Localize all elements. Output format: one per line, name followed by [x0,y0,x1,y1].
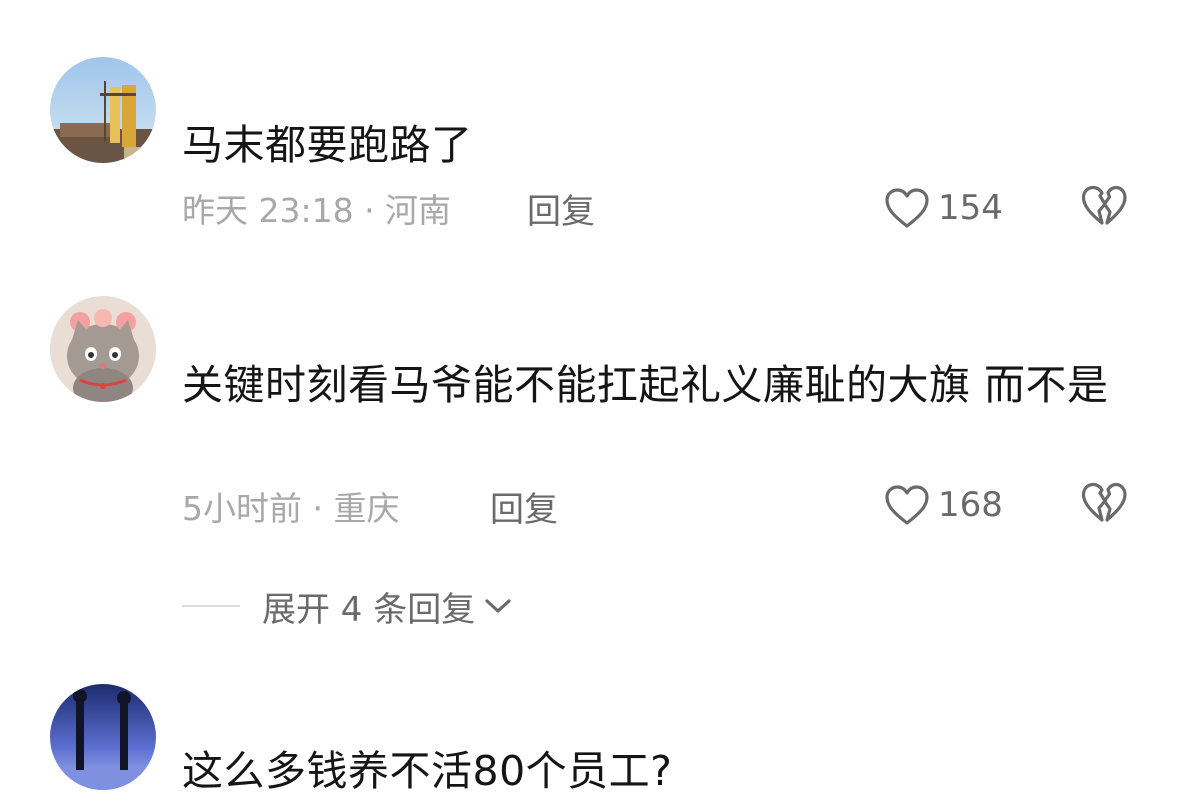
user-avatar[interactable] [50,296,156,402]
like-button[interactable]: 168 [884,481,1003,529]
like-count: 154 [938,188,1003,228]
expand-replies-label: 展开 4 条回复 [262,589,476,630]
dislike-button[interactable] [1080,184,1128,232]
comment-meta: 5小时前 · 重庆 [182,489,400,528]
broken-heart-icon [1080,481,1128,527]
like-count: 168 [938,485,1003,525]
reply-button[interactable]: 回复 [527,184,595,233]
broken-heart-icon [1080,184,1128,230]
dislike-button[interactable] [1080,481,1128,529]
user-avatar[interactable] [50,57,156,163]
user-avatar[interactable] [50,684,156,790]
heart-outline-icon [884,187,930,229]
divider [182,605,240,607]
chevron-down-icon [475,596,513,616]
heart-outline-icon [884,484,930,526]
like-button[interactable]: 154 [884,184,1003,232]
comment-meta: 昨天 23:18 · 河南 [182,191,452,230]
comment-text: 这么多钱养不活80个员工? [182,747,673,795]
comment-text: 关键时刻看马爷能不能扛起礼义廉耻的大旗 而不是 [182,361,1109,409]
comment-text: 马末都要跑路了 [182,121,473,169]
expand-replies-button[interactable]: 展开 4 条回复 [182,582,513,630]
reply-button[interactable]: 回复 [490,482,558,531]
